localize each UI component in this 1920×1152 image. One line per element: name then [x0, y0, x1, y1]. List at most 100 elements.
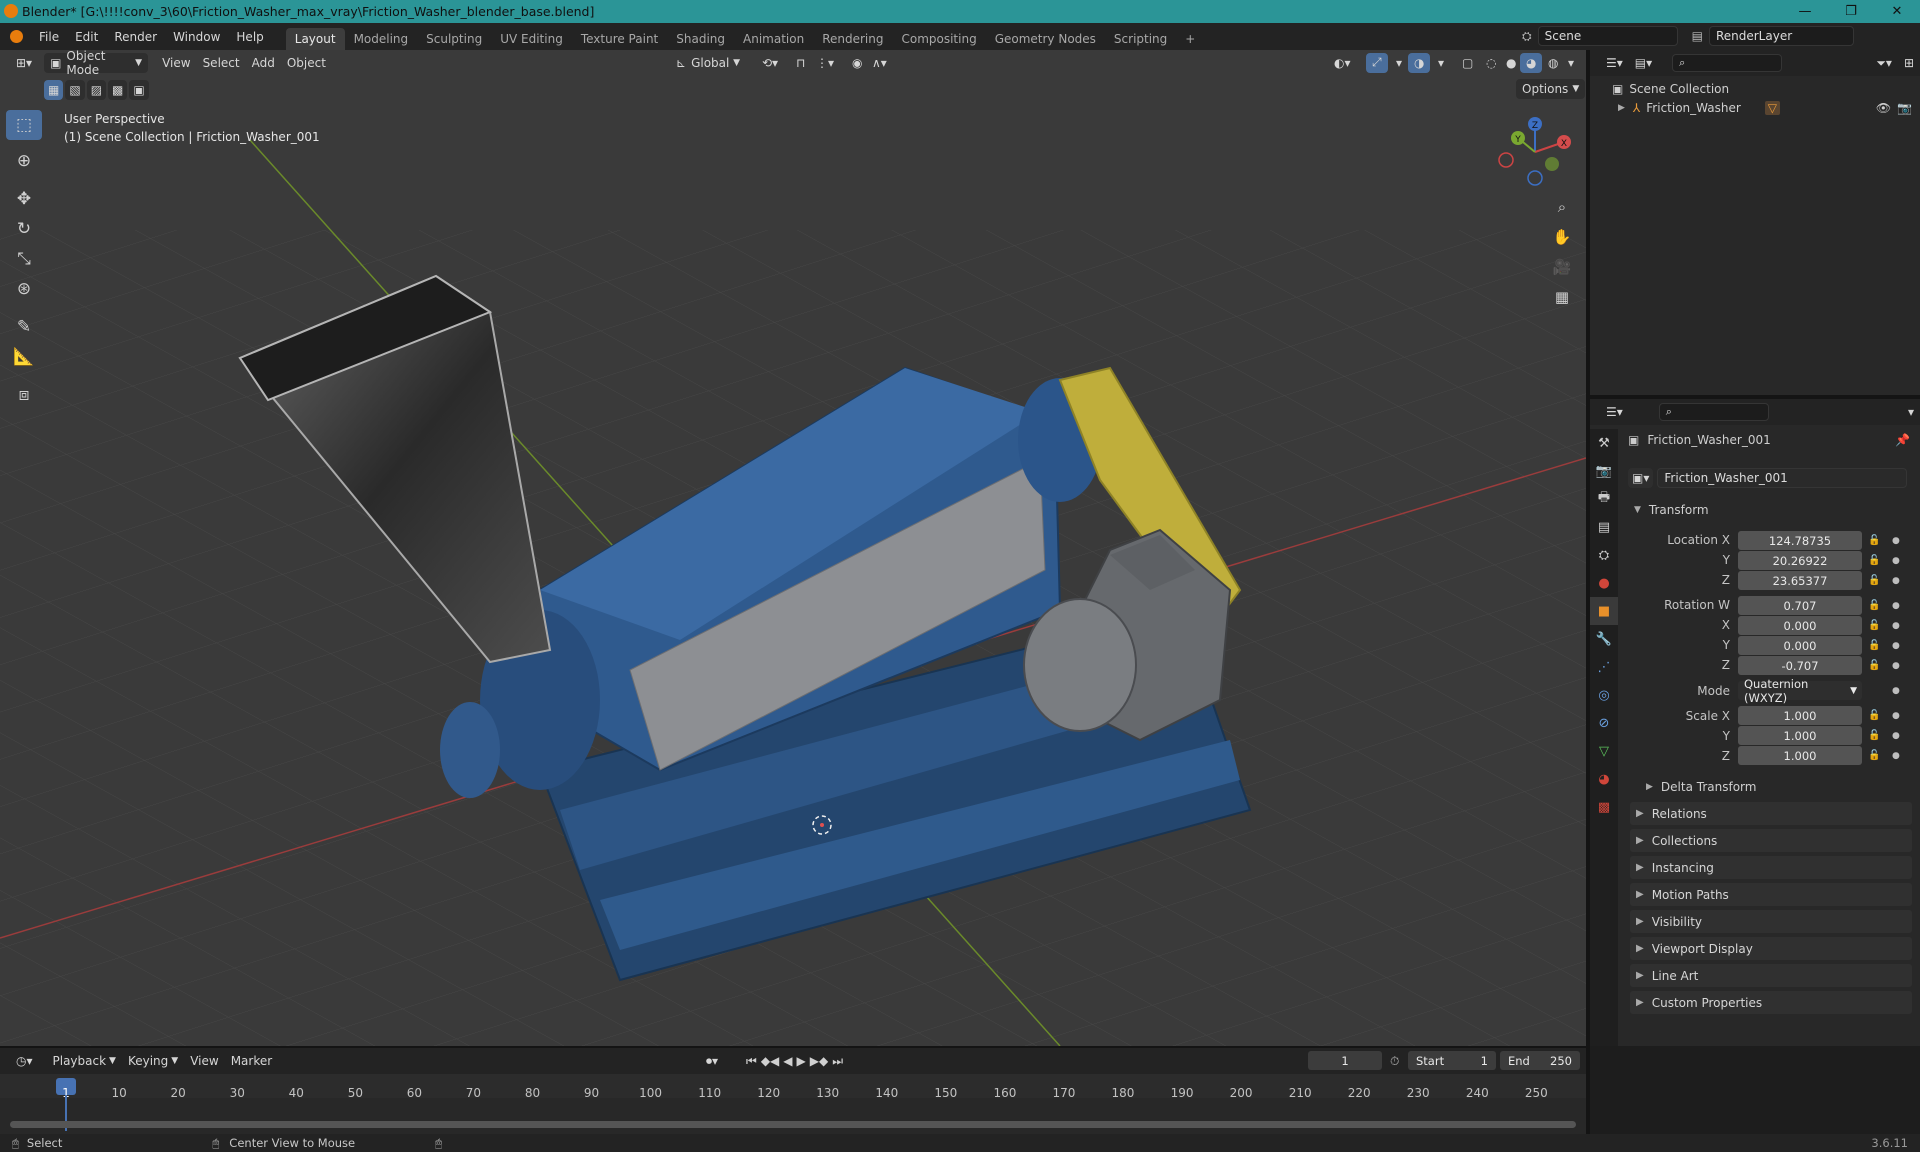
- zoom-icon[interactable]: ⌕: [1548, 193, 1576, 221]
- tab-geometry-nodes[interactable]: Geometry Nodes: [986, 28, 1105, 50]
- tab-sculpting[interactable]: Sculpting: [417, 28, 491, 50]
- select-box-tool-icon[interactable]: ⬚: [6, 110, 42, 140]
- panel-line-art[interactable]: ▶ Line Art: [1630, 964, 1912, 987]
- shading-material-icon[interactable]: ◕: [1520, 52, 1543, 73]
- timeline-scrollbar[interactable]: [10, 1121, 1576, 1128]
- scale-z-field[interactable]: 1.000: [1738, 746, 1862, 765]
- pivot-point-icon[interactable]: ⟲▾: [756, 53, 784, 73]
- cursor-tool-icon[interactable]: ⊕: [6, 146, 42, 176]
- rotation-mode-dropdown[interactable]: Quaternion (WXYZ) ▼: [1738, 677, 1862, 705]
- menu-edit[interactable]: Edit: [67, 30, 106, 44]
- transform-panel-header[interactable]: ▼ Transform: [1630, 499, 1912, 521]
- lock-icon[interactable]: 🔓: [1868, 730, 1880, 741]
- scale-y-field[interactable]: 1.000: [1738, 726, 1862, 745]
- xray-toggle-icon[interactable]: ▢: [1456, 53, 1479, 73]
- location-x-field[interactable]: 124.78735: [1738, 531, 1862, 550]
- gizmo-toggle-icon[interactable]: ⤢: [1366, 52, 1388, 73]
- end-frame-field[interactable]: End 250: [1500, 1051, 1580, 1070]
- object-tab-icon[interactable]: ■: [1590, 597, 1618, 625]
- keyframe-dot-icon[interactable]: ●: [1892, 621, 1900, 631]
- falloff-icon[interactable]: ∧▾: [866, 53, 893, 73]
- select-new-icon[interactable]: ▦: [44, 80, 64, 100]
- tab-shading[interactable]: Shading: [667, 28, 734, 50]
- tab-compositing[interactable]: Compositing: [892, 28, 985, 50]
- scale-tool-icon[interactable]: ⤡: [6, 244, 42, 274]
- menu-window[interactable]: Window: [165, 30, 228, 44]
- stopwatch-icon[interactable]: ⏱: [1390, 1054, 1399, 1069]
- view-layer-tab-icon[interactable]: ▤: [1590, 513, 1618, 541]
- lock-icon[interactable]: 🔓: [1868, 640, 1880, 651]
- timeline-editor-type-icon[interactable]: ◷▾: [10, 1051, 39, 1071]
- tab-modeling[interactable]: Modeling: [345, 28, 418, 50]
- keyframe-dot-icon[interactable]: ●: [1892, 641, 1900, 651]
- visibility-selector-icon[interactable]: ◐▾: [1328, 53, 1357, 73]
- pin-icon[interactable]: 📌: [1895, 433, 1910, 447]
- viewport-menu-object[interactable]: Object: [281, 53, 332, 73]
- menu-help[interactable]: Help: [228, 30, 271, 44]
- keyframe-dot-icon[interactable]: ●: [1892, 556, 1900, 566]
- properties-editor-type-icon[interactable]: ☰▾: [1600, 402, 1629, 422]
- gizmo-menu-icon[interactable]: ▾: [1390, 53, 1408, 73]
- data-tab-icon[interactable]: ▽: [1590, 737, 1618, 765]
- blender-menu-icon[interactable]: [10, 30, 23, 43]
- panel-viewport-display[interactable]: ▶ Viewport Display: [1630, 937, 1912, 960]
- lock-icon[interactable]: 🔓: [1868, 535, 1880, 546]
- pan-hand-icon[interactable]: ✋: [1548, 223, 1576, 251]
- keyframe-dot-icon[interactable]: ●: [1892, 751, 1900, 761]
- close-button[interactable]: ✕: [1874, 0, 1920, 23]
- tab-animation[interactable]: Animation: [734, 28, 813, 50]
- select-extend-icon[interactable]: ▧: [65, 80, 85, 100]
- tab-rendering[interactable]: Rendering: [813, 28, 892, 50]
- rotation-y-field[interactable]: 0.000: [1738, 636, 1862, 655]
- panel-instancing[interactable]: ▶ Instancing: [1630, 856, 1912, 879]
- location-y-field[interactable]: 20.26922: [1738, 551, 1862, 570]
- transform-orientation-selector[interactable]: ⊾ Global ▼: [670, 53, 746, 73]
- object-name-input[interactable]: Friction_Washer_001: [1657, 468, 1908, 488]
- new-collection-icon[interactable]: ⊞: [1898, 53, 1920, 73]
- transform-tool-icon[interactable]: ⊛: [6, 274, 42, 304]
- jump-start-icon[interactable]: ⏮: [746, 1054, 757, 1069]
- outliner-search-input[interactable]: ⌕: [1672, 54, 1783, 72]
- select-invert-icon[interactable]: ▩: [108, 80, 128, 100]
- maximize-button[interactable]: ❐: [1828, 0, 1874, 23]
- material-tab-icon[interactable]: ◕: [1590, 765, 1618, 793]
- timeline-menu-keying[interactable]: Keying ▼: [122, 1051, 184, 1071]
- lock-icon[interactable]: 🔓: [1868, 555, 1880, 566]
- panel-relations[interactable]: ▶ Relations: [1630, 802, 1912, 825]
- current-frame-field[interactable]: 1: [1308, 1051, 1382, 1070]
- texture-tab-icon[interactable]: ▩: [1590, 793, 1618, 821]
- add-cube-tool-icon[interactable]: ⧈: [6, 380, 42, 410]
- render-camera-icon[interactable]: 📷: [1897, 101, 1912, 115]
- modifier-tab-icon[interactable]: 🔧: [1590, 625, 1618, 653]
- scale-x-field[interactable]: 1.000: [1738, 706, 1862, 725]
- lock-icon[interactable]: 🔓: [1868, 620, 1880, 631]
- particles-tab-icon[interactable]: ⋰: [1590, 653, 1618, 681]
- properties-options-icon[interactable]: ▾: [1902, 402, 1920, 422]
- auto-keying-record-icon[interactable]: ⏺▾: [700, 1051, 724, 1071]
- world-tab-icon[interactable]: ●: [1590, 569, 1618, 597]
- overlay-toggle-icon[interactable]: ◑: [1408, 52, 1431, 73]
- constraints-tab-icon[interactable]: ⊘: [1590, 709, 1618, 737]
- scene-selector[interactable]: Scene: [1537, 26, 1678, 46]
- lock-icon[interactable]: 🔓: [1868, 575, 1880, 586]
- properties-search-input[interactable]: ⌕: [1658, 403, 1769, 421]
- tab-layout[interactable]: Layout: [285, 28, 345, 50]
- outliner-row-scene-collection[interactable]: ▣ Scene Collection: [1612, 80, 1729, 98]
- panel-collections[interactable]: ▶ Collections: [1630, 829, 1912, 852]
- prev-keyframe-icon[interactable]: ◆◀: [761, 1054, 779, 1069]
- rotation-x-field[interactable]: 0.000: [1738, 616, 1862, 635]
- keyframe-dot-icon[interactable]: ●: [1892, 686, 1900, 696]
- tab-uv-editing[interactable]: UV Editing: [491, 28, 572, 50]
- filter-icon[interactable]: ⏷▾: [1870, 53, 1898, 73]
- menu-render[interactable]: Render: [106, 30, 165, 44]
- keyframe-dot-icon[interactable]: ●: [1892, 661, 1900, 671]
- view-layer-selector[interactable]: RenderLayer: [1708, 26, 1854, 46]
- shading-menu-icon[interactable]: ▾: [1562, 53, 1580, 73]
- mode-selector[interactable]: ▣ Object Mode ▼: [44, 49, 149, 77]
- panel-motion-paths[interactable]: ▶ Motion Paths: [1630, 883, 1912, 906]
- annotate-tool-icon[interactable]: ✎: [6, 312, 42, 342]
- viewport-menu-add[interactable]: Add: [246, 53, 281, 73]
- jump-end-icon[interactable]: ⏭: [832, 1054, 843, 1069]
- play-reverse-icon[interactable]: ◀: [783, 1054, 792, 1069]
- panel-visibility[interactable]: ▶ Visibility: [1630, 910, 1912, 933]
